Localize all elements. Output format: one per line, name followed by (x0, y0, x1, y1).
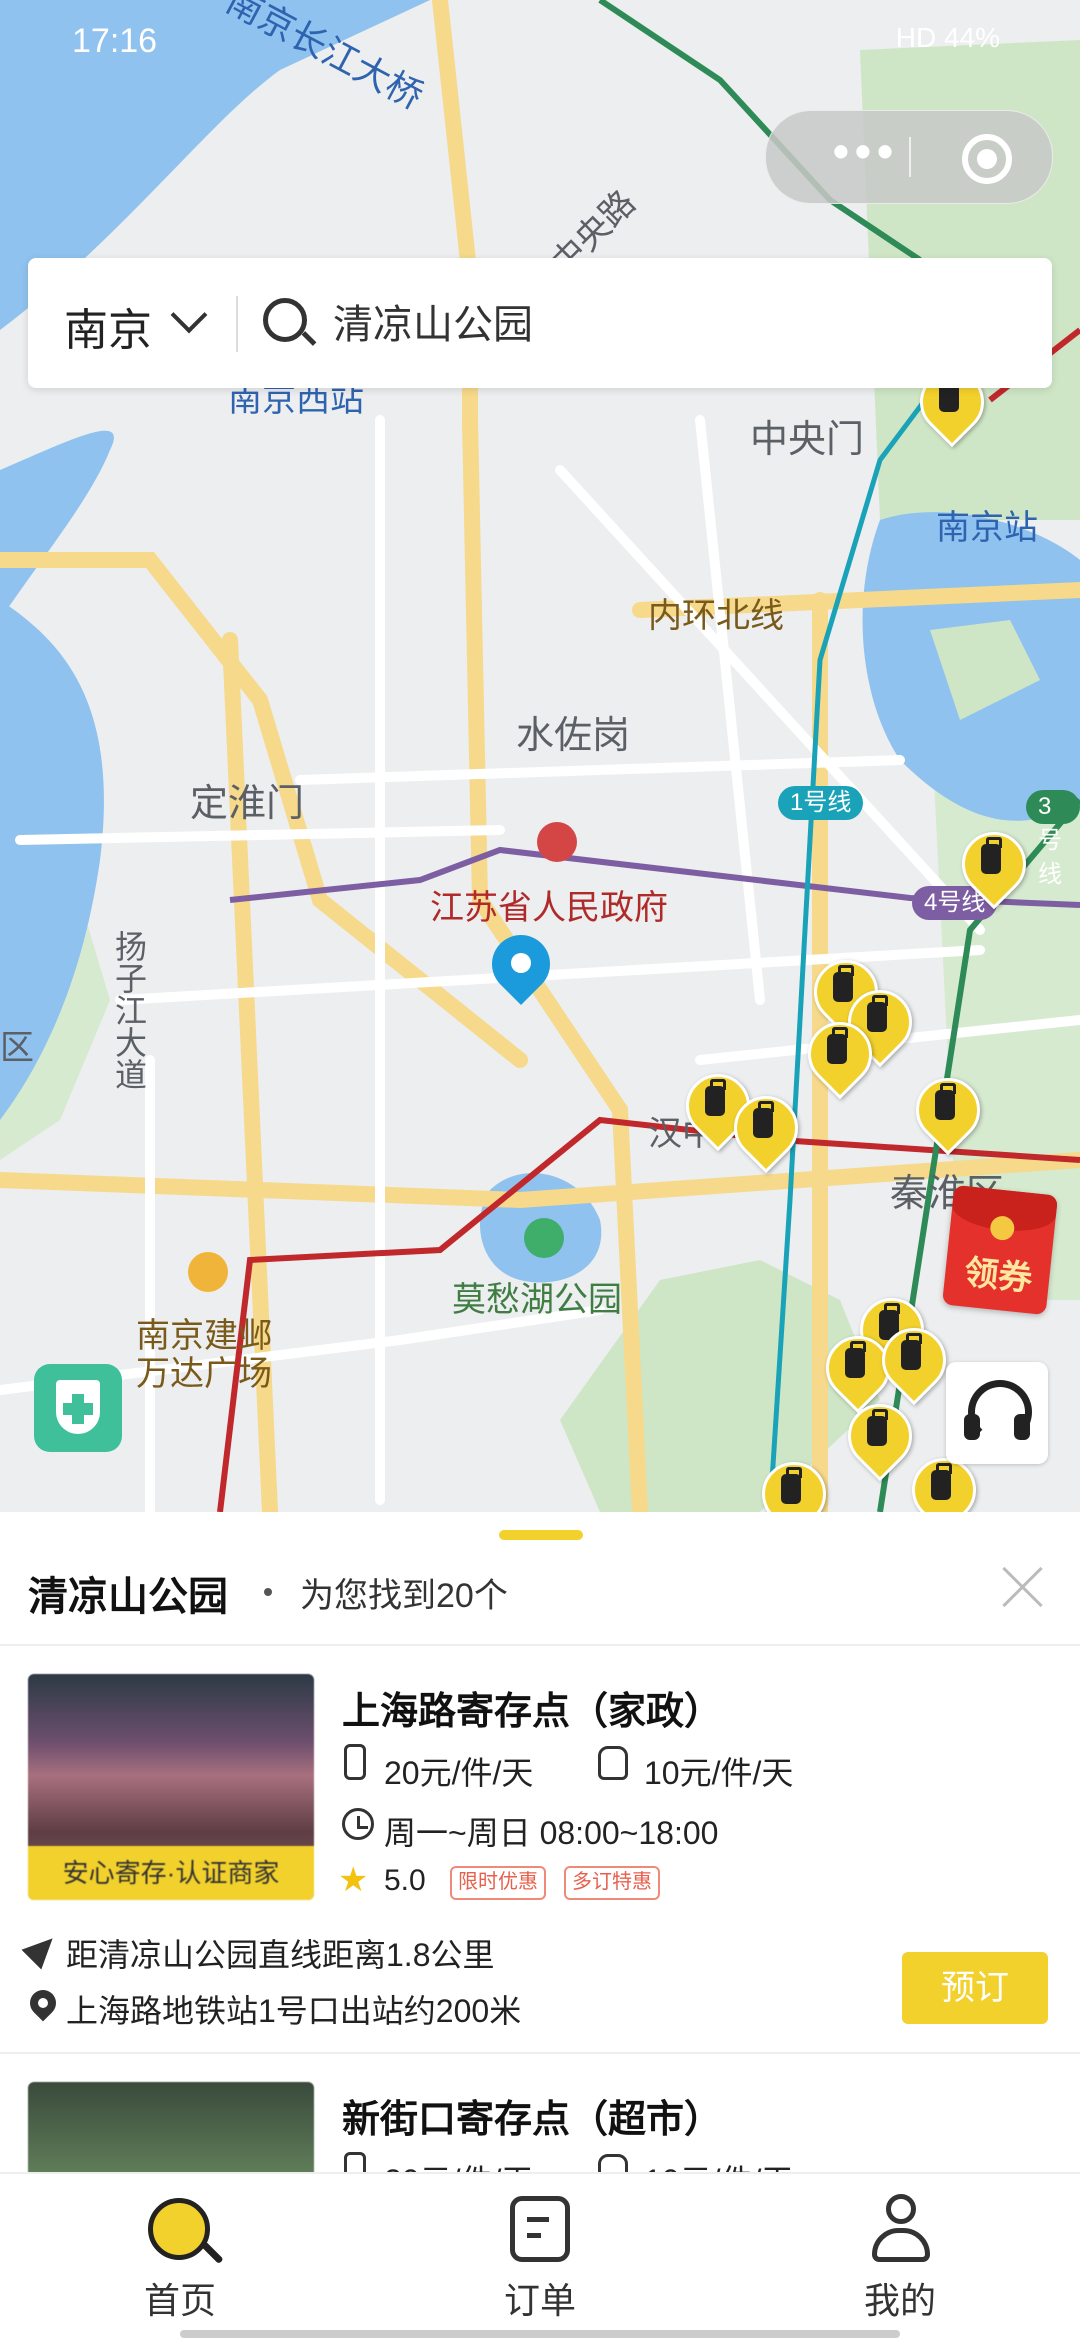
luggage-icon (344, 1744, 366, 1780)
price-luggage: 20元/件/天 (384, 1755, 534, 1791)
map-label-nanjing-station: 南京站 (936, 509, 1038, 547)
map-label-wanda-2: 万达广场 (136, 1355, 272, 1393)
search-input[interactable]: 清凉山公园 (333, 292, 533, 350)
customer-service-button[interactable] (946, 1362, 1048, 1464)
distance-text: 距清凉山公园直线距离1.8公里 (66, 1937, 495, 1973)
navigation-icon (21, 1928, 63, 1970)
price-bag: 10元/件/天 (644, 1755, 794, 1791)
sheet-drag-handle[interactable] (499, 1530, 583, 1540)
map-label-yangzi: 扬子江大道 (111, 930, 147, 1090)
storage-pin[interactable] (948, 818, 1040, 912)
star-icon: ★ (338, 1861, 369, 1899)
status-indicators: HD 44% (895, 22, 1000, 53)
clock-icon (342, 1808, 374, 1840)
tab-orders-label: 订单 (503, 2280, 576, 2321)
map-label-gov: 江苏省人民政府 (430, 889, 668, 927)
storage-pin[interactable] (898, 1444, 990, 1512)
rating: 5.0 (384, 1864, 426, 1897)
results-sheet: 清凉山公园 为您找到20个 安心寄存·认证商家 上海路寄存点（家政） 20元/件… (0, 1512, 1080, 2308)
city-selector[interactable]: 南京 (64, 294, 152, 358)
map-label-qu: 区 (0, 1029, 34, 1067)
map-label-mochou: 莫愁湖公园 (452, 1281, 622, 1319)
tab-me-label: 我的 (863, 2280, 936, 2321)
storage-pin[interactable] (748, 1448, 840, 1512)
current-location-pin (479, 922, 563, 1015)
status-time: 17:16 (72, 22, 158, 60)
certified-badge: 安心寄存·认证商家 (28, 1846, 314, 1900)
storage-pin[interactable] (834, 1390, 926, 1484)
search-home-icon (148, 2198, 210, 2260)
park-camera-icon (524, 1218, 564, 1258)
map-view[interactable]: 南京长江大桥 中央路 南京西站 中央门 南京站 内环北线 水佐岗 定淮门 1号线… (0, 0, 1080, 1512)
close-miniprogram-icon[interactable] (962, 134, 1012, 184)
miniprogram-capsule: ••• (765, 110, 1053, 204)
promo-tag: 多订特惠 (564, 1866, 660, 1900)
location-text: 上海路地铁站1号口出站约200米 (66, 1993, 522, 2029)
orders-icon (510, 2196, 570, 2262)
search-bar: 南京 清凉山公园 (28, 258, 1052, 388)
store-name: 上海路寄存点（家政） (342, 1691, 723, 1733)
storage-pin[interactable] (902, 1064, 994, 1158)
search-icon (263, 298, 307, 342)
status-bar: 17:16 HD 44% (0, 14, 1080, 74)
profile-icon (872, 2194, 930, 2264)
storage-pin[interactable] (868, 1314, 960, 1408)
store-name: 新街口寄存点（超市） (342, 2099, 723, 2141)
map-label-dinghuaimen: 定淮门 (190, 783, 305, 825)
home-indicator (180, 2330, 900, 2338)
more-menu-icon[interactable]: ••• (806, 111, 926, 203)
location-icon (24, 1984, 62, 2022)
store-photo: 安心寄存·认证商家 (28, 1674, 314, 1900)
tab-home[interactable]: 首页 (80, 2174, 280, 2342)
opening-hours: 周一~周日 08:00~18:00 (384, 1815, 719, 1851)
close-icon[interactable] (1000, 1564, 1046, 1610)
storage-pin[interactable] (794, 1008, 886, 1102)
tab-me[interactable]: 我的 (800, 2174, 1000, 2342)
promo-tag: 限时优惠 (450, 1866, 546, 1900)
bag-icon (598, 1746, 628, 1780)
map-label-zhongyangmen: 中央门 (750, 419, 865, 461)
sheet-title: 清凉山公园 (28, 1575, 228, 1619)
government-icon (537, 822, 577, 862)
map-label-inner-ring: 内环北线 (648, 597, 784, 635)
coupon-button[interactable]: 领券 (942, 1184, 1058, 1316)
book-button[interactable]: 预订 (902, 1952, 1048, 2024)
bottom-tab-bar: 首页 订单 我的 (0, 2172, 1080, 2342)
chevron-down-icon[interactable] (170, 296, 208, 334)
tab-orders[interactable]: 订单 (440, 2174, 640, 2342)
map-label-shuizuogang: 水佐岗 (516, 715, 631, 757)
result-count: 为您找到20个 (300, 1577, 508, 1615)
mall-icon (188, 1252, 228, 1292)
safety-shield-button[interactable] (34, 1364, 122, 1452)
tab-home-label: 首页 (143, 2280, 216, 2321)
metro-line1-tag: 1号线 (778, 786, 864, 820)
metro-line3-tag: 3号线 (1026, 790, 1080, 888)
coupon-label: 领券 (962, 1253, 1035, 1299)
storage-pin[interactable] (720, 1082, 812, 1176)
